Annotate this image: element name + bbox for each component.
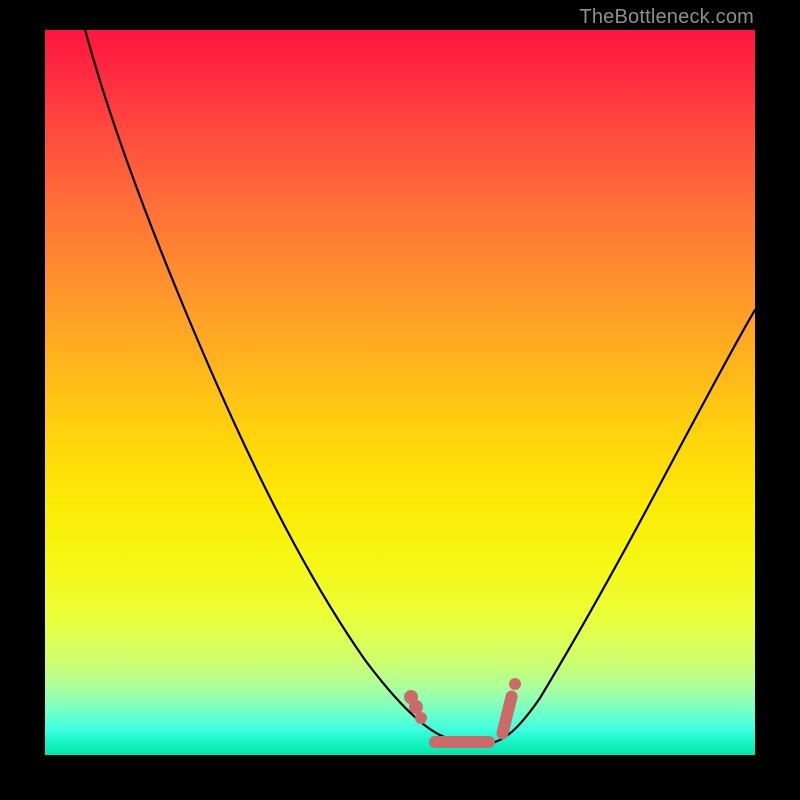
watermark-text: TheBottleneck.com	[579, 6, 754, 29]
marker-bar	[429, 736, 495, 748]
marker-dot	[409, 700, 423, 714]
plot-area	[45, 30, 755, 755]
marker-dot	[509, 678, 521, 690]
marker-upright	[495, 689, 519, 740]
bottleneck-curve	[80, 30, 755, 744]
marker-dot	[415, 712, 427, 724]
trough-marker-cluster	[404, 678, 521, 748]
curve-layer	[45, 30, 755, 755]
chart-frame: TheBottleneck.com	[0, 0, 800, 800]
